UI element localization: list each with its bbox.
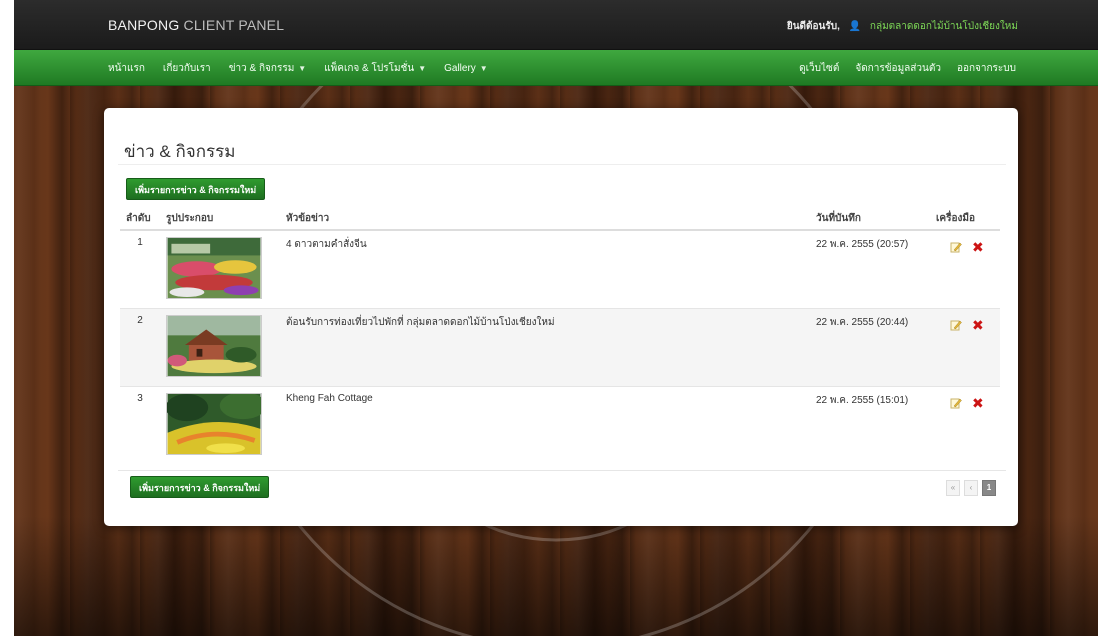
edit-icon[interactable] [950, 241, 962, 253]
add-news-button-bottom[interactable]: เพิ่มรายการข่าว & กิจกรรมใหม่ [130, 476, 270, 498]
row-number: 3 [120, 385, 160, 464]
news-thumbnail[interactable] [166, 237, 262, 299]
delete-icon[interactable]: ✖ [972, 318, 984, 332]
frame-left [0, 0, 14, 636]
nav-profile[interactable]: จัดการข้อมูลส่วนตัว [855, 61, 941, 76]
row-number: 2 [120, 307, 160, 386]
brand-logo[interactable]: BANPONG CLIENT PANEL [108, 17, 284, 33]
title-divider [118, 164, 1006, 165]
nav-gallery[interactable]: Gallery ▼ [444, 63, 488, 74]
row-title[interactable]: ต้อนรับการท่องเที่ยวไปพักที่ กลุ่มตลาดดอ… [280, 307, 810, 386]
row-date: 22 พ.ค. 2555 (15:01) [810, 385, 930, 464]
row-thumb-cell [160, 229, 280, 308]
username-link[interactable]: กลุ่มตลาดดอกไม้บ้านโป่งเชียงใหม่ [870, 21, 1018, 32]
user-box: ยินดีต้อนรับ, 👤 กลุ่มตลาดดอกไม้บ้านโป่งเ… [787, 19, 1018, 34]
row-thumb-cell [160, 385, 280, 464]
edit-icon[interactable] [950, 397, 962, 409]
table-row: 2 ต้อนรับการท่องเที่ยวไปพักที่ กลุ่มตลาด… [120, 307, 1000, 386]
header-date: วันที่บันทึก [810, 208, 930, 231]
nav-logout[interactable]: ออกจากระบบ [957, 61, 1016, 76]
chevron-down-icon: ▼ [298, 63, 307, 73]
nav-left: หน้าแรก เกี่ยวกับเรา ข่าว & กิจกรรม ▼ แพ็… [108, 50, 488, 86]
row-title[interactable]: 4 ดาวตามคำสั่งจีน [280, 229, 810, 308]
brand-main: BANPONG [108, 17, 180, 33]
brand-sub: CLIENT PANEL [183, 17, 285, 33]
footer-divider [118, 470, 1006, 471]
row-tools: ✖ [930, 229, 1000, 308]
edit-icon[interactable] [950, 319, 962, 331]
nav-home[interactable]: หน้าแรก [108, 61, 145, 76]
welcome-text: ยินดีต้อนรับ, [786, 21, 840, 32]
header-tools: เครื่องมือ [930, 208, 1000, 231]
top-bar: BANPONG CLIENT PANEL ยินดีต้อนรับ, 👤 กลุ… [14, 0, 1098, 50]
pager-first[interactable]: « [946, 480, 960, 496]
row-title[interactable]: Kheng Fah Cottage [280, 385, 810, 464]
header-no: ลำดับ [120, 208, 160, 231]
row-date: 22 พ.ค. 2555 (20:57) [810, 229, 930, 308]
nav-news[interactable]: ข่าว & กิจกรรม ▼ [229, 61, 307, 76]
header-title: หัวข้อข่าว [280, 208, 810, 231]
content-card: ข่าว & กิจกรรม เพิ่มรายการข่าว & กิจกรรม… [104, 108, 1018, 526]
news-table: ลำดับ รูปประกอบ หัวข้อข่าว วันที่บันทึก … [120, 208, 1000, 464]
main-navbar: หน้าแรก เกี่ยวกับเรา ข่าว & กิจกรรม ▼ แพ็… [14, 50, 1098, 86]
news-thumbnail[interactable] [166, 314, 262, 377]
delete-icon[interactable]: ✖ [972, 240, 984, 254]
row-date: 22 พ.ค. 2555 (20:44) [810, 307, 930, 386]
delete-icon[interactable]: ✖ [972, 396, 984, 410]
table-header-row: ลำดับ รูปประกอบ หัวข้อข่าว วันที่บันทึก … [120, 208, 1000, 231]
row-number: 1 [120, 229, 160, 308]
add-news-button-top[interactable]: เพิ่มรายการข่าว & กิจกรรมใหม่ [126, 178, 266, 200]
nav-right: ดูเว็บไซต์ จัดการข้อมูลส่วนตัว ออกจากระบ… [799, 50, 1016, 86]
row-thumb-cell [160, 307, 280, 386]
news-thumbnail[interactable] [166, 392, 262, 455]
nav-about[interactable]: เกี่ยวกับเรา [163, 61, 211, 76]
user-icon: 👤 [848, 21, 862, 32]
frame-right [1098, 0, 1112, 636]
pagination: « ‹ 1 [946, 480, 996, 496]
chevron-down-icon: ▼ [418, 63, 427, 73]
nav-packages[interactable]: แพ็คเกจ & โปรโมชั่น ▼ [324, 61, 426, 76]
header-image: รูปประกอบ [160, 208, 280, 231]
chevron-down-icon: ▼ [479, 63, 488, 73]
nav-view-site[interactable]: ดูเว็บไซต์ [799, 61, 839, 76]
row-tools: ✖ [930, 385, 1000, 464]
page-title: ข่าว & กิจกรรม [124, 142, 236, 161]
row-tools: ✖ [930, 307, 1000, 386]
pager-page-current[interactable]: 1 [982, 480, 996, 496]
pager-prev[interactable]: ‹ [964, 480, 978, 496]
table-row: 3 Kheng Fah Cottage 22 พ.ค. 2555 (15:01) [120, 385, 1000, 464]
table-row: 1 4 ดาวตามคำสั่งจีน 22 พ.ค. 2555 (20:57) [120, 229, 1000, 308]
